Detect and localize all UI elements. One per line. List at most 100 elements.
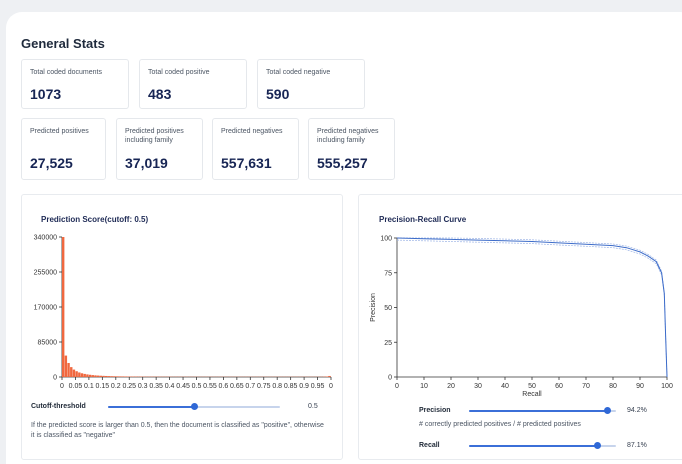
pr-curve-lower-band <box>396 239 668 378</box>
histogram-bar <box>67 363 70 377</box>
histogram-bar <box>80 373 84 377</box>
histogram-bar <box>115 376 119 377</box>
stat-value: 557,631 <box>221 155 272 171</box>
pr-curve-line <box>396 237 668 378</box>
stat-value: 555,257 <box>317 155 368 171</box>
cutoff-explanation: If the predicted score is larger than 0.… <box>31 422 324 439</box>
x-tick-label: 0.9 <box>299 383 309 390</box>
histogram-bar <box>105 375 108 377</box>
cutoff-label: Cutoff-threshold <box>31 403 86 410</box>
stat-value: 1073 <box>30 86 62 102</box>
pr-curve-chart: 0 25 50 75 100 0 10 20 30 40 50 60 70 80 90 100 Recall Pr… <box>370 236 673 399</box>
stat-value: 590 <box>266 86 290 102</box>
x-tick-label: 0.8 <box>272 383 282 390</box>
y-tick-label: 340000 <box>34 235 57 242</box>
histogram-bar <box>83 373 86 377</box>
x-tick-label: 0.65 <box>230 383 244 390</box>
histogram-bar <box>86 374 89 377</box>
histogram-bar <box>99 375 103 377</box>
histogram-bar <box>107 376 111 377</box>
stat-card-predicted-negatives: Predicted negatives 557,631 <box>212 118 299 180</box>
x-tick-label: 30 <box>474 383 482 390</box>
stat-card-coded-negative: Total coded negative 590 <box>257 59 365 109</box>
cutoff-slider-thumb[interactable] <box>190 403 198 410</box>
y-tick-label: 0 <box>388 375 392 382</box>
recall-slider-fill <box>469 445 598 447</box>
y-tick-label: 75 <box>384 270 392 277</box>
histogram-bar <box>102 375 105 377</box>
histogram-bar <box>118 376 121 377</box>
precision-explanation: # correctly predicted positives / # pred… <box>419 421 581 428</box>
histogram-bar <box>110 376 113 377</box>
y-tick-label: 170000 <box>34 305 57 312</box>
precision-slider-thumb[interactable] <box>603 407 611 414</box>
x-tick-label: 0.3 <box>138 383 148 390</box>
x-axis-label: Recall <box>522 391 542 398</box>
precision-value: 94.2% <box>627 407 647 414</box>
histogram-bar <box>70 367 73 377</box>
y-tick-label: 100 <box>380 236 392 243</box>
x-tick-label: 100 <box>661 383 673 390</box>
y-tick-label: 25 <box>384 340 392 347</box>
stat-label: Predicted positives <box>30 128 89 135</box>
x-tick-label: 0.45 <box>176 383 190 390</box>
histogram-bar <box>72 369 76 377</box>
prediction-score-panel: Prediction Score(cutoff: 0.5) 0 85000 1700… <box>21 194 343 460</box>
x-tick-label: 70 <box>582 383 590 390</box>
stat-card-predicted-positives: Predicted positives 27,525 <box>21 118 106 180</box>
recall-slider-thumb[interactable] <box>593 442 601 449</box>
histogram-bar <box>113 376 116 377</box>
histogram-bar <box>94 375 97 377</box>
x-tick-label: 0.5 <box>192 383 202 390</box>
x-tick-label: 10 <box>420 383 428 390</box>
x-tick-label: 0 <box>60 383 64 390</box>
x-tick-label: 0 <box>395 383 399 390</box>
stat-value: 37,019 <box>125 155 168 171</box>
x-tick-label: 90 <box>636 383 644 390</box>
x-tick-label: 0.35 <box>149 383 163 390</box>
cutoff-slider-fill <box>108 406 194 408</box>
histogram-bar <box>78 372 81 377</box>
stat-card-predicted-negatives-family: Predicted negatives including family 555… <box>308 118 395 180</box>
x-tick-label: 0.4 <box>165 383 175 390</box>
histogram-bar <box>64 355 68 377</box>
x-tick-label: 0.75 <box>257 383 271 390</box>
stat-card-predicted-positives-family: Predicted positives including family 37,… <box>116 118 203 180</box>
x-tick-label: 60 <box>555 383 563 390</box>
histogram-bar <box>62 237 65 377</box>
x-tick-label: 20 <box>447 383 455 390</box>
x-tick-label: 0.1 <box>84 383 94 390</box>
y-tick-label: 50 <box>384 305 392 312</box>
x-tick-label: 40 <box>501 383 509 390</box>
prediction-chart-title: Prediction Score(cutoff: 0.5) <box>41 215 149 224</box>
x-tick-label: 0.05 <box>69 383 83 390</box>
precision-slider-fill <box>469 410 608 412</box>
x-tick-label: 0.95 <box>311 383 325 390</box>
precision-label: Precision <box>419 407 451 414</box>
histogram-bar <box>88 374 92 377</box>
y-tick-label: 0 <box>53 375 57 382</box>
stat-card-coded-positive: Total coded positive 483 <box>139 59 247 109</box>
stat-value: 483 <box>148 86 172 102</box>
prediction-histogram: 0 85000 170000 255000 340000 0 0.05 0.1 0.15 0.2 0… <box>34 235 333 391</box>
pr-curve-panel: Precision-Recall Curve 0 25 50 75 100 0 10 20 30… <box>358 194 682 460</box>
recall-label: Recall <box>419 442 440 449</box>
y-tick-label: 255000 <box>34 270 57 277</box>
histogram-bar <box>123 376 127 377</box>
x-tick-label: 0.6 <box>219 383 229 390</box>
stat-label: Total coded documents <box>30 69 102 76</box>
stat-label: Predicted negatives <box>221 128 283 135</box>
y-axis-label: Precision <box>370 293 377 322</box>
stat-label: Total coded negative <box>266 69 331 76</box>
x-tick-label: 80 <box>609 383 617 390</box>
x-tick-label: 0.15 <box>96 383 110 390</box>
stat-label: Predicted negatives including family <box>317 128 379 144</box>
stat-label: Total coded positive <box>148 69 210 76</box>
x-tick-label: 0.7 <box>245 383 255 390</box>
x-tick-label: 0.2 <box>111 383 121 390</box>
histogram-bar <box>91 375 94 377</box>
histogram-bar <box>75 371 78 377</box>
y-tick-label: 85000 <box>38 340 58 347</box>
pr-curve-upper-band <box>397 237 668 376</box>
stat-label: Predicted positives including family <box>125 128 184 144</box>
